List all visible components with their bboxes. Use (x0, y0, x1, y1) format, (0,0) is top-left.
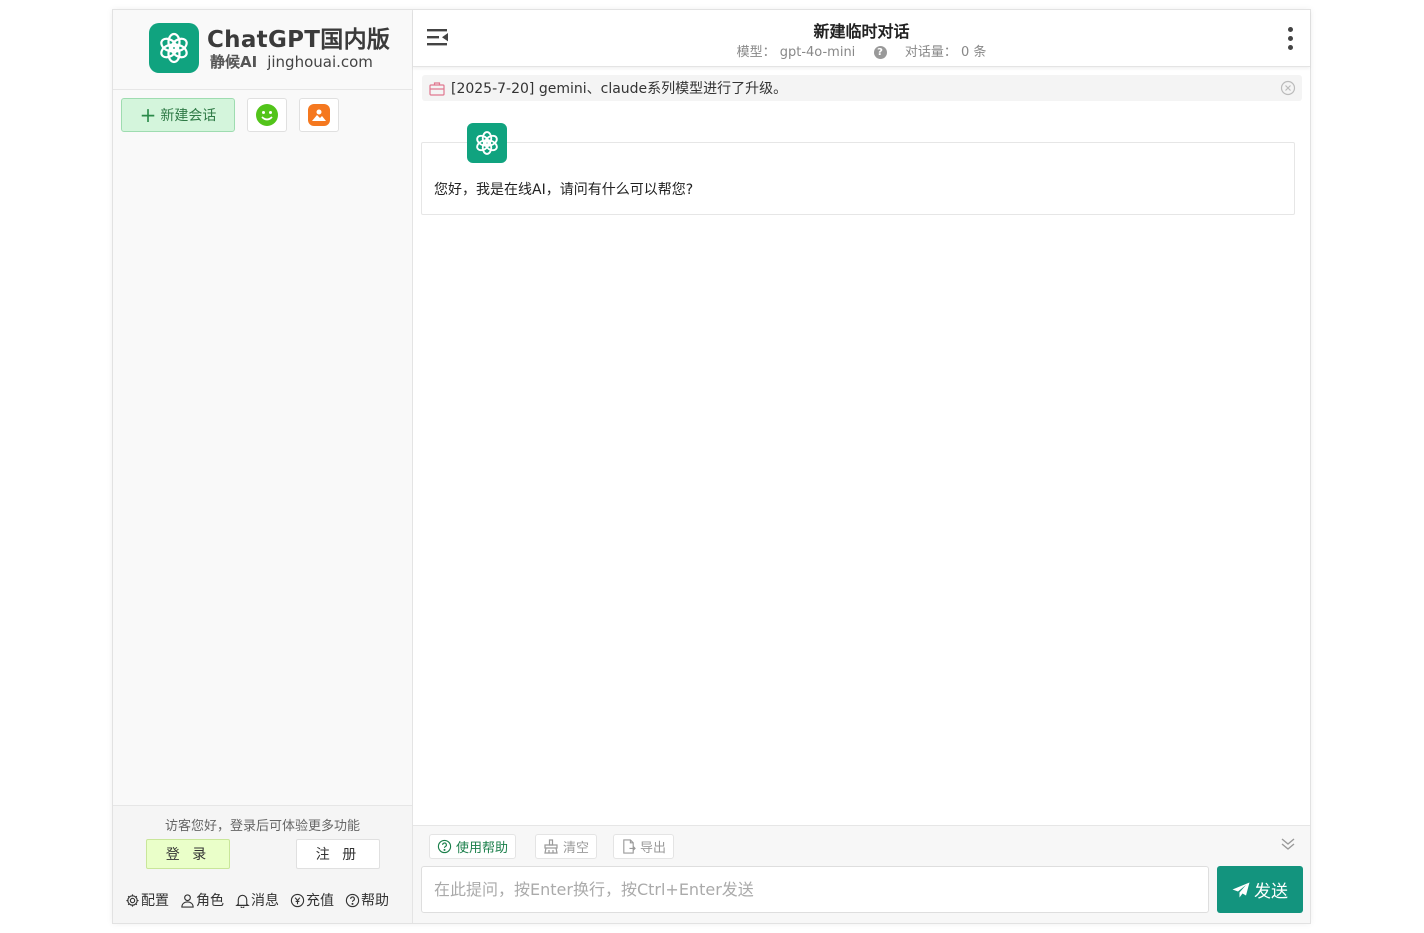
help-icon (345, 893, 360, 907)
brand-title: ChatGPT国内版 (207, 27, 391, 53)
chat-meta: 模型： gpt-4o-mini ? 对话量： 0 条 (413, 41, 1310, 60)
brand-sub-name: 静候AI (210, 53, 258, 71)
coin-icon (290, 893, 305, 907)
briefcase-icon (429, 81, 445, 96)
smiley-button[interactable] (247, 98, 287, 132)
user-icon (181, 893, 194, 908)
collapse-chevrons-icon[interactable] (1280, 836, 1296, 856)
footer-link-label: 角色 (196, 893, 224, 909)
announcement-bar: [2025-7-20] gemini、claude系列模型进行了升级。 (422, 75, 1302, 101)
footer-links: 配置 角色 消息 充值 帮助 (125, 890, 389, 910)
brand-subtitle: 静候AI jinghouai.com (210, 51, 373, 72)
more-options-icon[interactable] (1288, 27, 1294, 54)
broom-icon (544, 839, 558, 854)
footer-link-config[interactable]: 配置 (125, 890, 169, 910)
chat-header: 新建临时对话 模型： gpt-4o-mini ? 对话量： 0 条 (413, 10, 1310, 67)
app-window: ChatGPT国内版 静候AI jinghouai.com + 新建会话 访客您… (112, 9, 1311, 924)
assistant-avatar-icon (467, 123, 507, 163)
image-button[interactable] (299, 98, 339, 132)
plus-icon: + (139, 103, 157, 127)
help-icon (437, 839, 452, 854)
new-chat-button[interactable]: + 新建会话 (121, 98, 235, 132)
count-label: 对话量： (904, 45, 957, 60)
send-label: 发送 (1254, 882, 1288, 902)
sidebar: ChatGPT国内版 静候AI jinghouai.com + 新建会话 访客您… (113, 10, 413, 923)
announcement-text: [2025-7-20] gemini、claude系列模型进行了升级。 (451, 81, 788, 97)
question-icon[interactable]: ? (873, 46, 887, 59)
count-value: 0 条 (961, 45, 987, 60)
openai-logo-icon (149, 23, 199, 73)
export-file-icon (623, 839, 636, 854)
input-area: 使用帮助 清空 导出 发送 (413, 825, 1310, 923)
footer-link-label: 消息 (251, 893, 279, 909)
model-label: 模型： (736, 45, 776, 60)
export-button[interactable]: 导出 (613, 834, 675, 859)
message-text: 您好，我是在线AI，请问有什么可以帮您? (434, 182, 694, 198)
model-value[interactable]: gpt-4o-mini (780, 45, 856, 60)
footer-link-role[interactable]: 角色 (180, 890, 224, 910)
footer-link-label: 帮助 (361, 893, 389, 909)
footer-link-help[interactable]: 帮助 (345, 890, 389, 910)
new-chat-label: 新建会话 (160, 108, 217, 124)
send-button[interactable]: 发送 (1217, 866, 1303, 913)
login-button[interactable]: 登 录 (146, 839, 230, 869)
image-icon (308, 104, 330, 126)
bell-icon (235, 894, 250, 908)
register-button[interactable]: 注 册 (296, 839, 380, 869)
brand-domain: jinghouai.com (267, 53, 373, 71)
footer-link-messages[interactable]: 消息 (235, 890, 279, 910)
close-icon[interactable] (1280, 80, 1296, 100)
prompt-input[interactable] (421, 866, 1209, 913)
smiley-icon (256, 104, 278, 126)
main-panel: 新建临时对话 模型： gpt-4o-mini ? 对话量： 0 条 [2025-… (413, 10, 1310, 923)
brand-header: ChatGPT国内版 静候AI jinghouai.com (113, 10, 412, 90)
paper-plane-icon (1232, 882, 1250, 897)
clear-label: 清空 (563, 841, 590, 856)
footer-link-recharge[interactable]: 充值 (290, 890, 334, 910)
chat-title: 新建临时对话 (813, 22, 910, 41)
footer-link-label: 配置 (141, 893, 169, 909)
gear-icon (126, 893, 139, 907)
guest-notice: 访客您好，登录后可体验更多功能 (164, 819, 360, 834)
usage-help-button[interactable]: 使用帮助 (429, 834, 517, 859)
clear-button[interactable]: 清空 (535, 834, 598, 859)
footer-link-label: 充值 (306, 893, 334, 909)
sidebar-footer: 访客您好，登录后可体验更多功能 登 录 注 册 配置 角色 消息 充值 帮助 (113, 805, 412, 923)
usage-help-label: 使用帮助 (456, 841, 509, 856)
export-label: 导出 (640, 841, 667, 856)
assistant-message: 您好，我是在线AI，请问有什么可以帮您? (421, 142, 1295, 215)
